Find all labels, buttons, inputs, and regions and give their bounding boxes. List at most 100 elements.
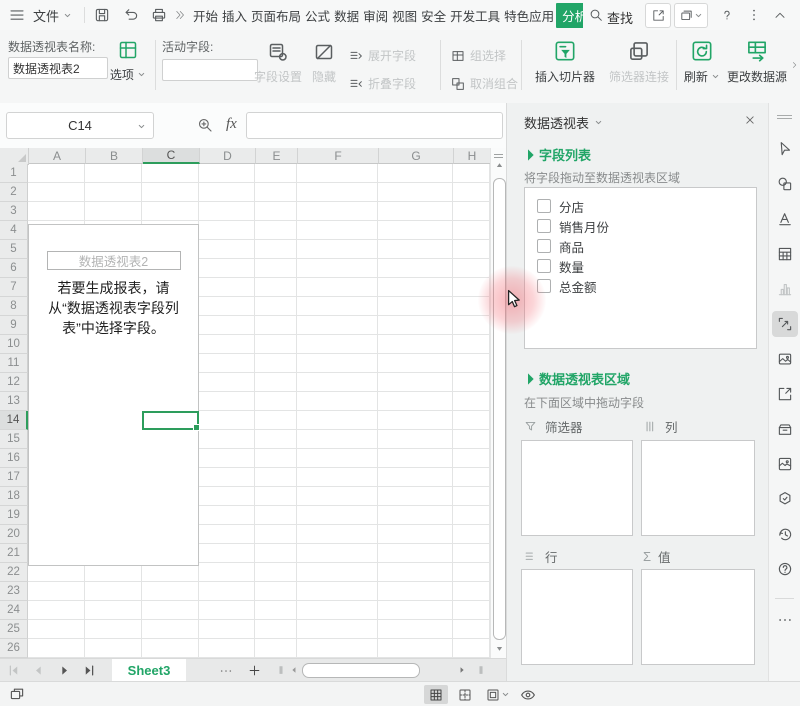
- normal-view-button[interactable]: [424, 685, 448, 704]
- save-icon[interactable]: [93, 6, 111, 24]
- row-header-20[interactable]: 20: [0, 525, 28, 544]
- page-layout-view-button[interactable]: [482, 685, 512, 704]
- cell-A23[interactable]: [28, 582, 85, 601]
- hscroll-left-icon[interactable]: [289, 665, 299, 675]
- cell-H7[interactable]: [453, 278, 490, 297]
- main-menu-icon[interactable]: [8, 6, 26, 24]
- pivot-table-icon[interactable]: [776, 315, 794, 333]
- cell-E11[interactable]: [255, 354, 297, 373]
- change-data-source-button[interactable]: 更改数据源: [724, 38, 790, 85]
- row-header-25[interactable]: 25: [0, 620, 28, 639]
- pivot-name-input[interactable]: 数据透视表2: [8, 57, 108, 79]
- cell-H22[interactable]: [453, 563, 490, 582]
- find-label[interactable]: 查找: [607, 8, 633, 27]
- column-header-A[interactable]: A: [29, 148, 86, 164]
- cell-A2[interactable]: [28, 183, 85, 202]
- cell-F9[interactable]: [297, 316, 378, 335]
- rail-more-icon[interactable]: [776, 611, 794, 629]
- row-header-16[interactable]: 16: [0, 449, 28, 468]
- zoom-search-icon[interactable]: [196, 116, 214, 134]
- row-header-13[interactable]: 13: [0, 392, 28, 411]
- row-header-17[interactable]: 17: [0, 468, 28, 487]
- cell-E23[interactable]: [255, 582, 297, 601]
- cell-E21[interactable]: [255, 544, 297, 563]
- cell-G11[interactable]: [378, 354, 453, 373]
- horizontal-scroll-thumb[interactable]: [302, 663, 420, 678]
- fx-icon[interactable]: fx: [226, 116, 237, 133]
- cell-F25[interactable]: [297, 620, 378, 639]
- cell-G26[interactable]: [378, 639, 453, 658]
- hscroll-right-icon[interactable]: [457, 665, 467, 675]
- cell-F19[interactable]: [297, 506, 378, 525]
- cell-C23[interactable]: [142, 582, 199, 601]
- cell-H19[interactable]: [453, 506, 490, 525]
- field-item-分店[interactable]: 分店: [537, 196, 756, 216]
- sheet-list-icon[interactable]: [218, 663, 234, 679]
- cell-H11[interactable]: [453, 354, 490, 373]
- formula-input[interactable]: [246, 112, 503, 139]
- cell-G20[interactable]: [378, 525, 453, 544]
- checkbox-分店[interactable]: [537, 199, 551, 213]
- cell-F15[interactable]: [297, 430, 378, 449]
- cell-F13[interactable]: [297, 392, 378, 411]
- field-settings-button[interactable]: 字段设置: [252, 40, 304, 85]
- cell-E18[interactable]: [255, 487, 297, 506]
- cell-G19[interactable]: [378, 506, 453, 525]
- cell-H24[interactable]: [453, 601, 490, 620]
- chevron-down-icon[interactable]: [594, 118, 603, 127]
- columns-drop-zone[interactable]: [641, 440, 755, 536]
- cell-E14[interactable]: [255, 411, 297, 430]
- cell-E16[interactable]: [255, 449, 297, 468]
- row-header-9[interactable]: 9: [0, 316, 28, 335]
- cell-F11[interactable]: [297, 354, 378, 373]
- sheet-tab-sheet3[interactable]: Sheet3: [112, 659, 186, 682]
- cell-G21[interactable]: [378, 544, 453, 563]
- page-break-view-button[interactable]: [453, 685, 477, 704]
- cell-H20[interactable]: [453, 525, 490, 544]
- cell-D19[interactable]: [199, 506, 255, 525]
- more-menu-icon[interactable]: [746, 7, 762, 23]
- tab-特色应用[interactable]: 特色应用: [502, 3, 556, 28]
- last-sheet-icon[interactable]: [82, 663, 97, 678]
- values-drop-zone[interactable]: [641, 569, 755, 665]
- column-header-H[interactable]: H: [454, 148, 490, 164]
- cell-D12[interactable]: [199, 373, 255, 392]
- insert-chart-icon[interactable]: [776, 280, 794, 298]
- cell-A3[interactable]: [28, 202, 85, 221]
- wordart-icon[interactable]: [776, 210, 794, 228]
- cell-B26[interactable]: [85, 639, 142, 658]
- column-header-C[interactable]: C: [143, 148, 200, 164]
- cell-E2[interactable]: [255, 183, 297, 202]
- row-header-5[interactable]: 5: [0, 240, 28, 259]
- checkbox-总金额[interactable]: [537, 279, 551, 293]
- cell-D22[interactable]: [199, 563, 255, 582]
- select-cursor-icon[interactable]: [776, 140, 794, 158]
- cell-A24[interactable]: [28, 601, 85, 620]
- tab-split-handle[interactable]: [274, 663, 288, 677]
- cell-A26[interactable]: [28, 639, 85, 658]
- row-header-15[interactable]: 15: [0, 430, 28, 449]
- options-button[interactable]: 选项: [104, 38, 152, 83]
- switch-window-button[interactable]: [674, 3, 708, 28]
- cell-B3[interactable]: [85, 202, 142, 221]
- cell-G25[interactable]: [378, 620, 453, 639]
- row-header-14[interactable]: 14: [0, 411, 28, 430]
- row-header-10[interactable]: 10: [0, 335, 28, 354]
- cell-D10[interactable]: [199, 335, 255, 354]
- cell-F1[interactable]: [297, 164, 378, 183]
- file-menu[interactable]: 文件: [33, 0, 72, 30]
- cell-H1[interactable]: [453, 164, 490, 183]
- row-header-11[interactable]: 11: [0, 354, 28, 373]
- fill-handle[interactable]: [193, 424, 200, 431]
- pivot-areas-header[interactable]: 数据透视表区域: [524, 369, 630, 388]
- cell-C2[interactable]: [142, 183, 199, 202]
- row-header-4[interactable]: 4: [0, 221, 28, 240]
- cell-C26[interactable]: [142, 639, 199, 658]
- cell-E8[interactable]: [255, 297, 297, 316]
- cell-D4[interactable]: [199, 221, 255, 240]
- cell-F26[interactable]: [297, 639, 378, 658]
- filters-drop-zone[interactable]: [521, 440, 633, 536]
- column-header-B[interactable]: B: [86, 148, 143, 164]
- cell-D16[interactable]: [199, 449, 255, 468]
- search-icon[interactable]: [588, 7, 604, 23]
